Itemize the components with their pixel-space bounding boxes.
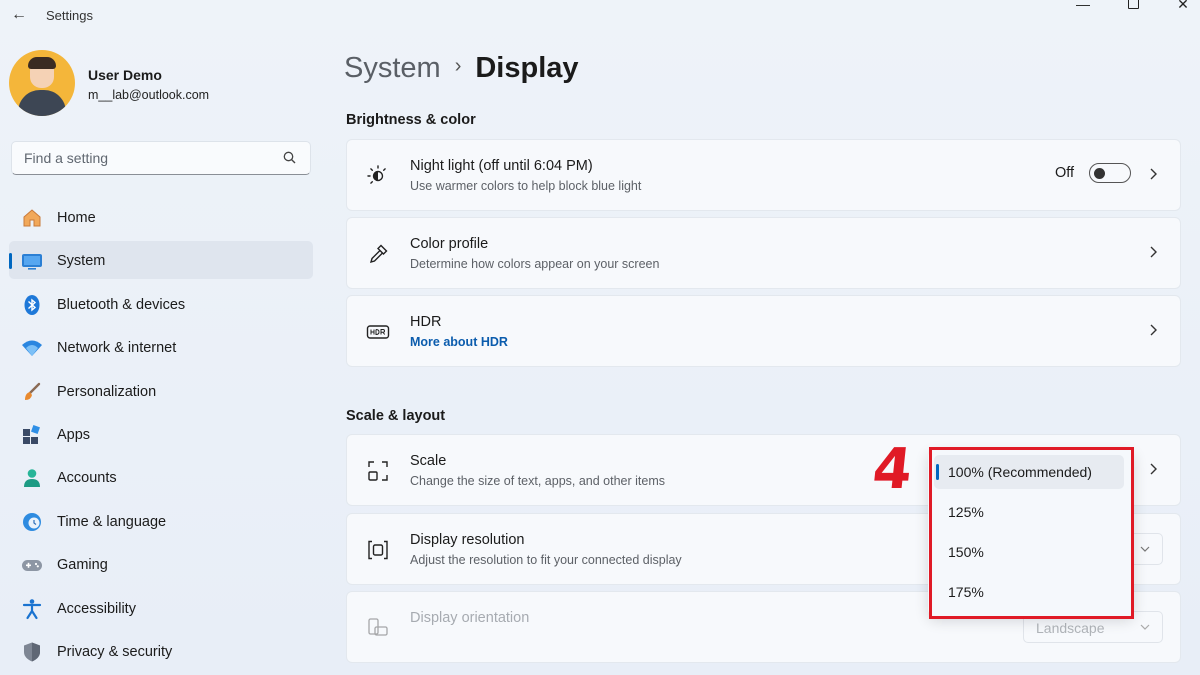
color-profile-card[interactable]: Color profile Determine how colors appea…	[346, 217, 1181, 289]
breadcrumb: System › Display	[344, 52, 579, 85]
scale-title: Scale	[410, 453, 447, 469]
avatar-body	[18, 90, 66, 116]
sidebar-item-label: Apps	[57, 426, 91, 443]
sidebar-item-accessibility[interactable]: Accessibility	[9, 589, 313, 627]
gamepad-icon	[22, 560, 42, 572]
sun-moon-icon	[367, 165, 386, 184]
night-light-toggle[interactable]	[1089, 163, 1131, 183]
sidebar-item-label: Bluetooth & devices	[57, 296, 186, 313]
color-profile-title: Color profile	[410, 236, 489, 252]
scale-dropdown-menu: 100% (Recommended) 125% 150% 175%	[928, 449, 1134, 617]
scale-option-150[interactable]: 150%	[934, 535, 1124, 569]
bluetooth-icon	[24, 294, 40, 315]
title-bar: ← Settings — ✕	[0, 0, 1200, 32]
night-light-toggle-label: Off	[1055, 165, 1075, 181]
chevron-right-icon[interactable]	[1148, 462, 1158, 476]
sidebar-item-label: Personalization	[57, 383, 157, 400]
person-icon	[24, 469, 40, 488]
shield-icon	[24, 642, 40, 662]
eyedropper-icon	[369, 244, 388, 264]
search-input[interactable]	[22, 149, 276, 167]
accessibility-icon	[22, 598, 42, 619]
night-light-title: Night light (off until 6:04 PM)	[410, 158, 593, 174]
minimize-button[interactable]: —	[1060, 0, 1106, 12]
display-resolution-subtitle: Adjust the resolution to fit your connec…	[410, 553, 682, 567]
sidebar-item-label: System	[57, 253, 106, 270]
sidebar-item-label: Accessibility	[57, 600, 136, 617]
breadcrumb-parent[interactable]: System	[344, 52, 441, 84]
section-title-scale: Scale & layout	[346, 408, 446, 424]
display-resolution-title: Display resolution	[410, 532, 525, 548]
sidebar-item-apps[interactable]: Apps	[9, 415, 313, 453]
chevron-right-icon[interactable]	[1148, 167, 1158, 181]
sidebar-item-label: Accounts	[57, 470, 117, 487]
page-title: Display	[475, 52, 579, 84]
avatar[interactable]	[9, 50, 75, 116]
back-arrow-icon[interactable]: ←	[8, 4, 30, 26]
scale-option-125[interactable]: 125%	[934, 495, 1124, 529]
display-orientation-title: Display orientation	[410, 610, 530, 626]
scale-option-100[interactable]: 100% (Recommended)	[934, 455, 1124, 489]
sidebar-item-privacy-security[interactable]: Privacy & security	[9, 632, 313, 670]
sidebar-item-label: Home	[57, 210, 96, 226]
sidebar-item-system[interactable]: System	[9, 241, 313, 280]
user-name: User Demo	[88, 67, 162, 83]
chevron-right-icon[interactable]	[1148, 245, 1158, 259]
hdr-link[interactable]: More about HDR	[410, 335, 508, 349]
scale-option-175[interactable]: 175%	[934, 575, 1124, 609]
apps-icon	[23, 424, 40, 444]
maximize-button[interactable]	[1110, 0, 1156, 12]
brush-icon	[25, 382, 41, 400]
sidebar-item-label: Privacy & security	[57, 643, 173, 660]
scale-option-label: 150%	[948, 544, 984, 560]
scale-option-label: 100% (Recommended)	[948, 464, 1092, 480]
breadcrumb-separator: ›	[454, 55, 462, 77]
search-icon[interactable]	[282, 150, 298, 166]
home-icon	[23, 209, 41, 227]
avatar-hair	[28, 57, 56, 69]
sidebar-item-network[interactable]: Network & internet	[9, 328, 313, 366]
search-box[interactable]	[11, 141, 311, 175]
close-button[interactable]: ✕	[1160, 0, 1200, 12]
step-number-annotation: 4	[869, 437, 916, 502]
chevron-down-icon	[1140, 624, 1150, 630]
sidebar-item-label: Gaming	[57, 557, 108, 574]
app-title: Settings	[46, 8, 93, 23]
sidebar-item-gaming[interactable]: Gaming	[9, 545, 313, 583]
sidebar-item-label: Time & language	[57, 513, 167, 530]
chevron-down-icon	[1140, 546, 1150, 552]
sidebar-item-label: Network & internet	[57, 340, 177, 357]
clock-globe-icon	[23, 512, 41, 531]
section-title-brightness: Brightness & color	[346, 112, 476, 128]
user-email: m__lab@outlook.com	[88, 88, 210, 102]
sidebar-item-personalization[interactable]: Personalization	[9, 372, 313, 410]
chevron-right-icon[interactable]	[1148, 323, 1158, 337]
scale-option-label: 175%	[948, 584, 984, 600]
maximize-icon	[1127, 0, 1139, 9]
resolution-icon	[368, 540, 388, 560]
hdr-card[interactable]: HDR More about HDR	[346, 295, 1181, 367]
scale-option-label: 125%	[948, 504, 984, 520]
hdr-icon	[366, 325, 390, 339]
night-light-card[interactable]: Night light (off until 6:04 PM) Use warm…	[346, 139, 1181, 211]
sidebar-item-time-language[interactable]: Time & language	[9, 502, 313, 540]
monitor-icon	[22, 254, 42, 270]
color-profile-subtitle: Determine how colors appear on your scre…	[410, 257, 660, 271]
scale-subtitle: Change the size of text, apps, and other…	[410, 474, 666, 488]
orientation-value: Landscape	[1036, 620, 1105, 636]
wifi-icon	[22, 340, 42, 357]
sidebar-nav: Home System Bluetooth & devices Network …	[9, 198, 313, 675]
sidebar-item-home[interactable]: Home	[9, 198, 313, 236]
sidebar-item-accounts[interactable]: Accounts	[9, 458, 313, 496]
toggle-knob	[1094, 167, 1105, 179]
hdr-title: HDR	[410, 314, 442, 330]
sidebar-item-bluetooth[interactable]: Bluetooth & devices	[9, 285, 313, 323]
scale-icon	[368, 461, 388, 481]
orientation-icon	[368, 618, 388, 636]
night-light-subtitle: Use warmer colors to help block blue lig…	[410, 179, 642, 193]
